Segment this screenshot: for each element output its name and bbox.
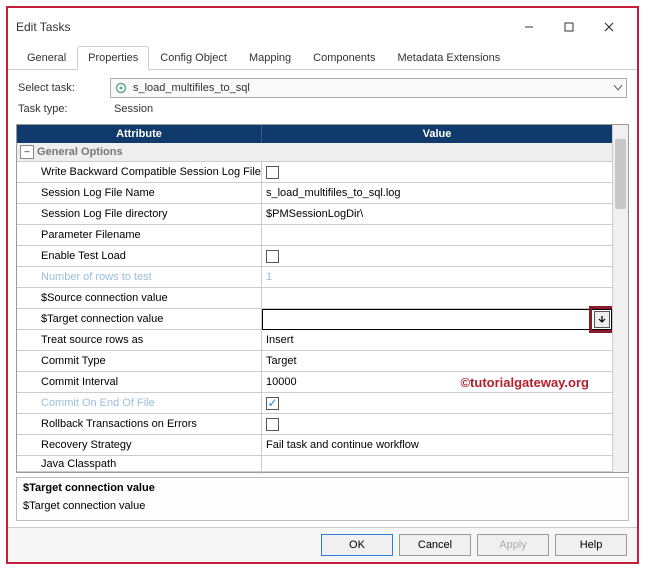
help-button[interactable]: Help xyxy=(555,534,627,556)
form-area: Select task: s_load_multifiles_to_sql Ta… xyxy=(8,70,637,124)
scrollbar-thumb[interactable] xyxy=(615,139,626,209)
close-button[interactable] xyxy=(589,14,629,40)
row-session-log-dir[interactable]: Session Log File directory $PMSessionLog… xyxy=(17,204,612,225)
header-attribute: Attribute xyxy=(17,125,262,143)
section-label: General Options xyxy=(37,146,123,158)
maximize-button[interactable] xyxy=(549,14,589,40)
cancel-button[interactable]: Cancel xyxy=(399,534,471,556)
minimize-button[interactable] xyxy=(509,14,549,40)
tab-config-object[interactable]: Config Object xyxy=(149,46,238,69)
checkbox-enable-test-load[interactable] xyxy=(266,250,279,263)
row-write-backward[interactable]: Write Backward Compatible Session Log Fi… xyxy=(17,162,612,183)
row-java-classpath[interactable]: Java Classpath xyxy=(17,456,612,472)
select-task-label: Select task: xyxy=(18,82,110,94)
tab-components[interactable]: Components xyxy=(302,46,386,69)
row-session-log-name[interactable]: Session Log File Name s_load_multifiles_… xyxy=(17,183,612,204)
tab-strip: General Properties Config Object Mapping… xyxy=(8,46,637,70)
collapse-icon[interactable]: – xyxy=(20,145,34,159)
row-rollback[interactable]: Rollback Transactions on Errors xyxy=(17,414,612,435)
target-connection-value[interactable] xyxy=(262,309,612,330)
detail-value: $Target connection value xyxy=(23,500,622,512)
header-value: Value xyxy=(262,125,612,143)
edit-tasks-window: Edit Tasks General Properties Config Obj… xyxy=(6,6,639,564)
task-type-value: Session xyxy=(110,103,627,115)
window-title: Edit Tasks xyxy=(16,20,70,34)
tab-metadata-extensions[interactable]: Metadata Extensions xyxy=(387,46,512,69)
target-connection-dropdown-button[interactable] xyxy=(594,311,610,328)
task-type-label: Task type: xyxy=(18,103,110,115)
row-commit-interval[interactable]: Commit Interval 10000 xyxy=(17,372,612,393)
checkbox-write-backward[interactable] xyxy=(266,166,279,179)
section-general-options[interactable]: – General Options xyxy=(17,143,612,162)
tab-general[interactable]: General xyxy=(16,46,77,69)
row-num-rows-test: Number of rows to test 1 xyxy=(17,267,612,288)
ok-button[interactable]: OK xyxy=(321,534,393,556)
checkbox-rollback[interactable] xyxy=(266,418,279,431)
detail-title: $Target connection value xyxy=(23,482,622,494)
window-controls xyxy=(509,14,629,40)
grid-header: Attribute Value xyxy=(17,125,612,143)
grid-scrollbar[interactable] xyxy=(612,125,628,472)
row-target-connection[interactable]: $Target connection value xyxy=(17,309,612,330)
row-commit-type[interactable]: Commit Type Target xyxy=(17,351,612,372)
row-enable-test-load[interactable]: Enable Test Load xyxy=(17,246,612,267)
checkbox-commit-eof xyxy=(266,397,279,410)
detail-panel: $Target connection value $Target connect… xyxy=(16,477,629,521)
tab-properties[interactable]: Properties xyxy=(77,46,149,70)
row-parameter-filename[interactable]: Parameter Filename xyxy=(17,225,612,246)
titlebar: Edit Tasks xyxy=(8,8,637,46)
row-commit-eof: Commit On End Of File xyxy=(17,393,612,414)
apply-button: Apply xyxy=(477,534,549,556)
properties-grid-wrap: Attribute Value – General Options Write … xyxy=(8,124,637,473)
select-task-value: s_load_multifiles_to_sql xyxy=(133,82,250,94)
session-icon xyxy=(114,81,128,95)
dialog-footer: OK Cancel Apply Help xyxy=(8,527,637,562)
select-task-dropdown[interactable]: s_load_multifiles_to_sql xyxy=(110,78,627,98)
row-source-connection[interactable]: $Source connection value xyxy=(17,288,612,309)
row-treat-source[interactable]: Treat source rows as Insert xyxy=(17,330,612,351)
tab-mapping[interactable]: Mapping xyxy=(238,46,302,69)
properties-grid: Attribute Value – General Options Write … xyxy=(16,124,629,473)
chevron-down-icon xyxy=(614,85,622,91)
